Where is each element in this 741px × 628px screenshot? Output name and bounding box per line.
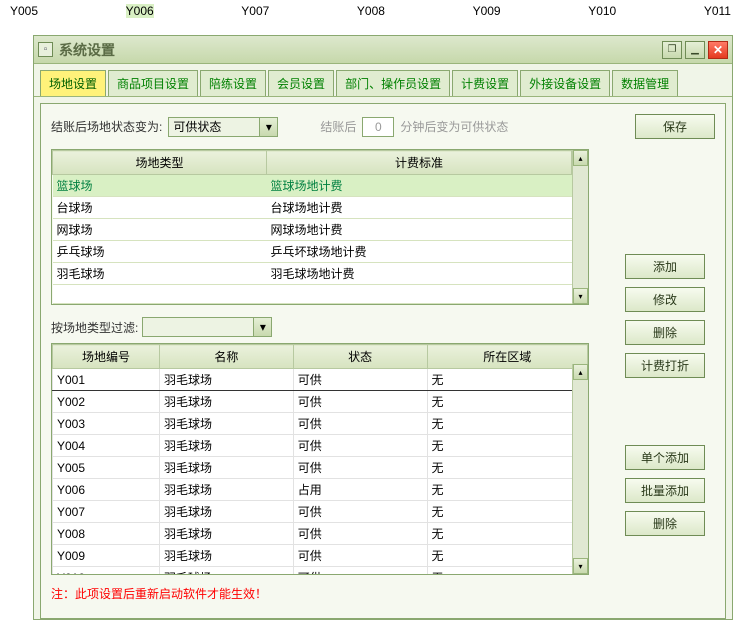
settle-status-dropdown[interactable] bbox=[168, 117, 278, 137]
court-item[interactable]: Y010 bbox=[588, 4, 616, 18]
venue-type-table[interactable]: 场地类型 计费标准 篮球场篮球场地计费台球场台球场地计费网球场网球场地计费乒乓球… bbox=[52, 150, 588, 304]
scroll-down-icon[interactable]: ▾ bbox=[573, 558, 588, 574]
table2-scrollbar[interactable]: ▴ ▾ bbox=[572, 364, 588, 574]
tab-1[interactable]: 商品项目设置 bbox=[108, 70, 198, 96]
filter-label: 按场地类型过滤: bbox=[51, 319, 138, 336]
system-settings-window: ▫ 系统设置 ❐ ▁ ✕ 场地设置商品项目设置陪练设置会员设置部门、操作员设置计… bbox=[33, 35, 733, 620]
side-button[interactable]: 批量添加 bbox=[625, 478, 705, 503]
venue-list-table[interactable]: 场地编号 名称 状态 所在区域 Y001羽毛球场可供无Y002羽毛球场可供无Y0… bbox=[52, 344, 588, 575]
restart-note: 注：此项设置后重新启动软件才能生效！ bbox=[51, 585, 715, 602]
tabs: 场地设置商品项目设置陪练设置会员设置部门、操作员设置计费设置外接设备设置数据管理 bbox=[34, 64, 732, 97]
side-button[interactable]: 删除 bbox=[625, 511, 705, 536]
table-row[interactable]: Y001羽毛球场可供无 bbox=[53, 369, 588, 391]
side-button[interactable]: 计费打折 bbox=[625, 353, 705, 378]
side-button[interactable]: 删除 bbox=[625, 320, 705, 345]
col-venue-id[interactable]: 场地编号 bbox=[53, 345, 160, 369]
table-row[interactable]: Y002羽毛球场可供无 bbox=[53, 391, 588, 413]
scroll-up-icon[interactable]: ▴ bbox=[573, 364, 588, 380]
side-button[interactable]: 添加 bbox=[625, 254, 705, 279]
tab-6[interactable]: 外接设备设置 bbox=[520, 70, 610, 96]
scroll-up-icon[interactable]: ▴ bbox=[573, 150, 588, 166]
col-venue-status[interactable]: 状态 bbox=[293, 345, 427, 369]
table-row[interactable]: 乒乓球场乒乓坏球场地计费 bbox=[53, 241, 588, 263]
table-row[interactable]: Y010羽毛球场可供无 bbox=[53, 567, 588, 576]
tab-2[interactable]: 陪练设置 bbox=[200, 70, 266, 96]
table1-scrollbar[interactable]: ▴ ▾ bbox=[572, 150, 588, 304]
titlebar: ▫ 系统设置 ❐ ▁ ✕ bbox=[34, 36, 732, 64]
close-button[interactable]: ✕ bbox=[708, 41, 728, 59]
table-row[interactable]: Y009羽毛球场可供无 bbox=[53, 545, 588, 567]
side-button[interactable]: 单个添加 bbox=[625, 445, 705, 470]
table-row[interactable]: Y003羽毛球场可供无 bbox=[53, 413, 588, 435]
col-venue-name[interactable]: 名称 bbox=[160, 345, 294, 369]
window-title: 系统设置 bbox=[59, 40, 662, 60]
table-row[interactable]: 台球场台球场地计费 bbox=[53, 197, 588, 219]
tab-5[interactable]: 计费设置 bbox=[452, 70, 518, 96]
table-row[interactable]: 羽毛球场羽毛球场地计费 bbox=[53, 263, 588, 285]
settle-minutes-input[interactable] bbox=[362, 117, 394, 137]
table-row[interactable]: Y004羽毛球场可供无 bbox=[53, 435, 588, 457]
court-item[interactable]: Y005 bbox=[10, 4, 38, 18]
scroll-down-icon[interactable]: ▾ bbox=[573, 288, 588, 304]
col-venue-type[interactable]: 场地类型 bbox=[53, 151, 267, 175]
side-button[interactable]: 修改 bbox=[625, 287, 705, 312]
system-menu-icon[interactable]: ▫ bbox=[38, 42, 53, 57]
filter-dropdown[interactable] bbox=[142, 317, 272, 337]
col-billing-standard[interactable]: 计费标准 bbox=[267, 151, 572, 175]
background-court-list: Y005 Y006 Y007 Y008 Y009 Y010 Y011 bbox=[0, 4, 741, 18]
save-button[interactable]: 保存 bbox=[635, 114, 715, 139]
court-item[interactable]: Y007 bbox=[241, 4, 269, 18]
tab-4[interactable]: 部门、操作员设置 bbox=[336, 70, 450, 96]
court-item[interactable]: Y006 bbox=[126, 4, 154, 18]
table-row[interactable]: 篮球场篮球场地计费 bbox=[53, 175, 588, 197]
settle-status-label: 结账后场地状态变为: bbox=[51, 118, 162, 135]
col-venue-area[interactable]: 所在区域 bbox=[427, 345, 588, 369]
tab-7[interactable]: 数据管理 bbox=[612, 70, 678, 96]
table-row[interactable]: Y005羽毛球场可供无 bbox=[53, 457, 588, 479]
restore-button[interactable]: ❐ bbox=[662, 41, 682, 59]
court-item[interactable]: Y011 bbox=[704, 4, 731, 18]
table-row[interactable]: 网球场网球场地计费 bbox=[53, 219, 588, 241]
court-item[interactable]: Y008 bbox=[357, 4, 385, 18]
settle-after-label1: 结账后 bbox=[320, 118, 356, 135]
table-row[interactable]: Y008羽毛球场可供无 bbox=[53, 523, 588, 545]
tab-0[interactable]: 场地设置 bbox=[40, 70, 106, 96]
table-row[interactable]: Y006羽毛球场占用无 bbox=[53, 479, 588, 501]
court-item[interactable]: Y009 bbox=[473, 4, 501, 18]
table-row[interactable]: Y007羽毛球场可供无 bbox=[53, 501, 588, 523]
minimize-button[interactable]: ▁ bbox=[685, 41, 705, 59]
tab-3[interactable]: 会员设置 bbox=[268, 70, 334, 96]
settle-after-label2: 分钟后变为可供状态 bbox=[400, 118, 508, 135]
